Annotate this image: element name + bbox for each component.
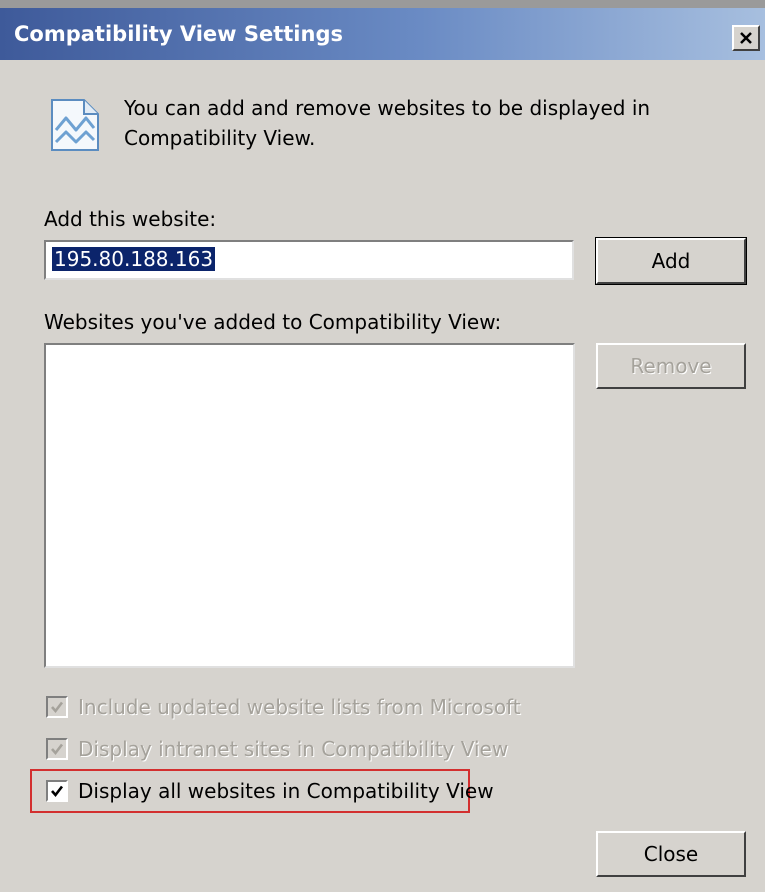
websites-listbox[interactable] [44, 343, 575, 668]
option-label: Display intranet sites in Compatibility … [78, 737, 509, 761]
remove-button[interactable]: Remove [596, 343, 746, 389]
intro-text-line: Compatibility View. [124, 126, 316, 150]
close-icon [739, 26, 753, 50]
compatibility-view-icon [48, 96, 102, 154]
option-label: Display all websites in Compatibility Vi… [78, 779, 494, 803]
title-bar[interactable]: Compatibility View Settings [0, 8, 765, 60]
close-button[interactable]: Close [596, 831, 746, 877]
add-website-input[interactable]: 195.80.188.163 [44, 240, 574, 280]
checkmark-icon [51, 743, 64, 756]
checkmark-icon [51, 701, 64, 714]
window-top-edge [0, 0, 765, 8]
title-close-button[interactable] [732, 25, 760, 51]
checkbox[interactable] [46, 696, 68, 718]
add-website-label: Add this website: [44, 207, 217, 231]
checkbox[interactable] [46, 738, 68, 760]
intro-description: You can add and remove websites to be di… [124, 93, 684, 153]
intro-text-line: You can add and remove websites to be di… [124, 96, 651, 120]
option-include-microsoft-lists[interactable]: Include updated website lists from Micro… [46, 695, 521, 719]
window-title: Compatibility View Settings [14, 22, 343, 46]
websites-list-label: Websites you've added to Compatibility V… [44, 310, 502, 334]
option-display-all-websites[interactable]: Display all websites in Compatibility Vi… [46, 779, 494, 803]
option-label: Include updated website lists from Micro… [78, 695, 521, 719]
option-intranet-sites[interactable]: Display intranet sites in Compatibility … [46, 737, 508, 761]
add-button[interactable]: Add [595, 237, 747, 285]
checkmark-icon [51, 785, 64, 798]
add-website-input-value: 195.80.188.163 [52, 247, 216, 271]
checkbox[interactable] [46, 780, 68, 802]
